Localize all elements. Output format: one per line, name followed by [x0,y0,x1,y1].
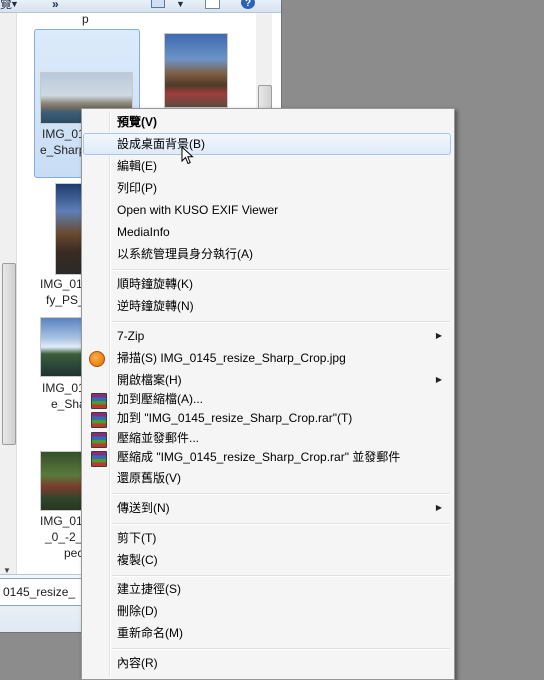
mouse-cursor-icon [181,146,194,165]
menu-item-rotate-clockwise[interactable]: 順時鐘旋轉(K) [84,273,450,295]
left-scrollbar[interactable]: ▼ [0,13,17,583]
chevron-down-icon[interactable]: ▼ [10,0,19,12]
filename-input[interactable]: 0145_resize_ [0,578,94,606]
submenu-arrow-icon: ▶ [435,503,442,512]
file-caption: e_Sharp [40,143,86,157]
menu-item-preview[interactable]: 預覽(V) [84,111,450,133]
file-thumbnail[interactable] [164,33,228,108]
menu-item-copy[interactable]: 複製(C) [84,549,450,571]
views-icon[interactable] [151,0,165,8]
winrar-icon [91,451,107,467]
winrar-icon [91,412,107,428]
submenu-arrow-icon: ▶ [435,331,442,340]
context-menu: 預覽(V) 設成桌面背景(B) 編輯(E) 列印(P) Open with KU… [81,108,455,680]
menu-item-properties[interactable]: 內容(R) [84,652,450,674]
avast-icon [89,351,105,367]
file-thumbnail[interactable] [40,317,85,377]
file-caption: p [82,12,89,26]
file-caption: IMG_01 [40,277,83,291]
menu-item-create-shortcut[interactable]: 建立捷徑(S) [84,578,450,600]
menu-separator [112,269,450,271]
menu-separator [112,575,450,577]
menu-item-edit[interactable]: 編輯(E) [84,155,450,177]
file-caption: IMG_01 [42,127,85,141]
chevron-down-icon[interactable]: ▼ [176,0,185,12]
menu-item-run-as-admin[interactable]: 以系統管理員身分執行(A) [84,243,450,265]
toolbar: 覽 ▼ » ▼ ? [0,0,281,13]
menu-separator [112,493,450,495]
help-icon[interactable]: ? [241,0,255,9]
menu-item-7zip[interactable]: 7-Zip ▶ [84,325,450,347]
menu-separator [112,321,450,323]
menu-item-cut[interactable]: 剪下(T) [84,527,450,549]
menu-separator [112,523,450,525]
menu-item-restore-previous-versions[interactable]: 還原舊版(V) [84,467,450,489]
menu-item-print[interactable]: 列印(P) [84,177,450,199]
preview-pane-icon[interactable] [205,0,220,9]
menu-separator [112,648,450,650]
menu-item-delete[interactable]: 刪除(D) [84,600,450,622]
menu-item-add-to-named-rar[interactable]: 加到 "IMG_0145_resize_Sharp_Crop.rar"(T) [84,407,450,429]
menu-item-rename[interactable]: 重新命名(M) [84,622,450,644]
file-caption: fy_PS_ [46,293,85,307]
scrollbar-thumb[interactable] [2,263,16,445]
file-caption: _0_-2_t [45,530,86,544]
menu-item-send-to[interactable]: 傳送到(N) ▶ [84,497,450,519]
menu-item-compress-to-rar-and-email[interactable]: 壓縮成 "IMG_0145_resize_Sharp_Crop.rar" 並發郵… [84,446,450,468]
more-commands-button[interactable]: » [52,0,59,12]
file-caption: IMG_01 [42,381,85,395]
file-thumbnail[interactable] [40,451,85,511]
file-caption: IMG_01 [40,514,83,528]
menu-item-open-kuso-exif[interactable]: Open with KUSO EXIF Viewer [84,199,450,221]
menu-item-scan[interactable]: 掃描(S) IMG_0145_resize_Sharp_Crop.jpg [84,347,450,369]
menu-item-rotate-counterclockwise[interactable]: 逆時鐘旋轉(N) [84,295,450,317]
menu-item-set-desktop-background[interactable]: 設成桌面背景(B) [83,133,451,155]
menu-item-mediainfo[interactable]: MediaInfo [84,221,450,243]
